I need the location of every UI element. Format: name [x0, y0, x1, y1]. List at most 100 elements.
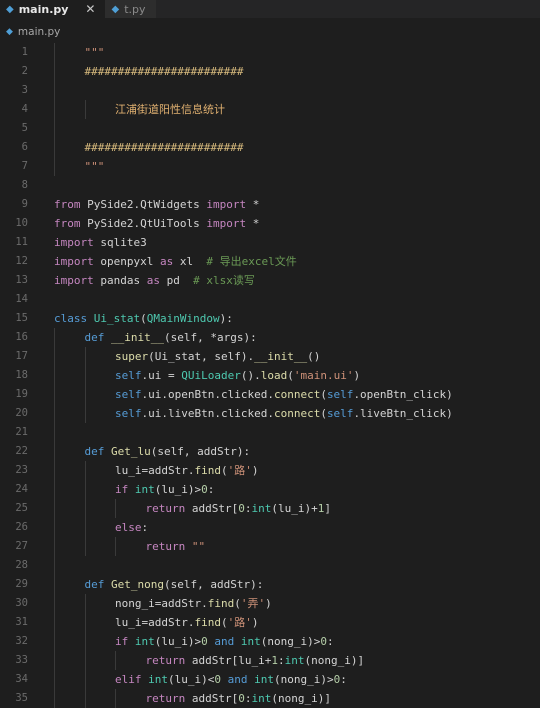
- line-number: 35: [15, 692, 28, 704]
- breadcrumb[interactable]: ◆ main.py: [0, 24, 60, 40]
- code-line[interactable]: 18 self.ui = QUiLoader().load('main.ui'): [0, 366, 540, 385]
- code-line[interactable]: 3: [0, 81, 540, 100]
- code-token: (lu_i)<: [168, 673, 215, 686]
- line-code: self.ui.openBtn.clicked.connect(self.ope…: [115, 385, 453, 404]
- code-line[interactable]: 4 江浦街道阳性信息统计: [0, 100, 540, 119]
- code-line[interactable]: 1 """: [0, 43, 540, 62]
- code-token: if: [115, 635, 129, 648]
- line-code: elif int(lu_i)<0 and int(nong_i)>0:: [115, 670, 347, 689]
- code-line[interactable]: 5: [0, 119, 540, 138]
- code-line[interactable]: 15 class Ui_stat(QMainWindow):: [0, 309, 540, 328]
- indent-guide: [84, 670, 86, 689]
- line-code: if int(lu_i)>0 and int(nong_i)>0:: [115, 632, 334, 651]
- code-line[interactable]: 24 if int(lu_i)>0:: [0, 480, 540, 499]
- code-line[interactable]: 30 nong_i=addStr.find('弄'): [0, 594, 540, 613]
- line-number: 19: [15, 388, 28, 400]
- indent-guide: [115, 689, 116, 708]
- code-line[interactable]: 31 lu_i=addStr.find('路'): [0, 613, 540, 632]
- code-line[interactable]: 9 from PySide2.QtWidgets import *: [0, 195, 540, 214]
- code-line[interactable]: 22 def Get_lu(self, addStr):: [0, 442, 540, 461]
- code-line[interactable]: 34 elif int(lu_i)<0 and int(nong_i)>0:: [0, 670, 540, 689]
- line-code: from PySide2.QtWidgets import *: [54, 195, 259, 214]
- code-line[interactable]: 20 self.ui.liveBtn.clicked.connect(self.l…: [0, 404, 540, 423]
- indent-guide: [84, 613, 86, 632]
- code-token: class: [54, 312, 88, 325]
- code-line[interactable]: 25 return addStr[0:int(lu_i)+1]: [0, 499, 540, 518]
- indent-guide: [115, 499, 116, 518]
- code-line[interactable]: 28: [0, 556, 540, 575]
- code-line[interactable]: 16 def __init__(self, *args):: [0, 328, 540, 347]
- code-token: int: [284, 654, 305, 667]
- code-line[interactable]: 23 lu_i=addStr.find('路'): [0, 461, 540, 480]
- code-line[interactable]: 13 import pandas as pd # xlsx读写: [0, 271, 540, 290]
- code-token: int: [240, 635, 261, 648]
- code-token: ):: [219, 312, 233, 325]
- indent-guide: [54, 537, 55, 556]
- code-line[interactable]: 21: [0, 423, 540, 442]
- code-token: ): [353, 369, 361, 382]
- code-line[interactable]: 12 import openpyxl as xl # 导出excel文件: [0, 252, 540, 271]
- breadcrumb-file[interactable]: main.py: [18, 26, 60, 38]
- code-token: """: [84, 160, 105, 173]
- code-token: Get_nong: [111, 578, 164, 591]
- code-line[interactable]: 35 return addStr[0:int(nong_i)]: [0, 689, 540, 708]
- code-line[interactable]: 27 return "": [0, 537, 540, 556]
- code-token: self: [115, 369, 142, 382]
- code-line[interactable]: 32 if int(lu_i)>0 and int(nong_i)>0:: [0, 632, 540, 651]
- code-token: return: [145, 692, 186, 705]
- code-token: lu_i=addStr.: [115, 616, 195, 629]
- tab-t-py[interactable]: ◆ t.py: [105, 0, 156, 18]
- indent-guide: [84, 404, 86, 423]
- line-number: 15: [15, 312, 28, 324]
- line-code: def Get_nong(self, addStr):: [85, 575, 264, 594]
- code-token: return: [145, 540, 186, 553]
- indent-guide: [84, 632, 86, 651]
- line-number: 29: [15, 578, 28, 590]
- line-number: 10: [15, 217, 28, 229]
- indent-guide: [84, 100, 86, 119]
- indent-guide: [54, 138, 55, 157]
- python-file-icon: ◆: [6, 3, 14, 15]
- code-line[interactable]: 29 def Get_nong(self, addStr):: [0, 575, 540, 594]
- line-code: return "": [146, 537, 206, 556]
- line-number: 24: [15, 483, 28, 495]
- code-line[interactable]: 33 return addStr[lu_i+1:int(nong_i)]: [0, 651, 540, 670]
- line-number: 17: [15, 350, 28, 362]
- code-token: """: [84, 46, 105, 59]
- code-token: nong_i=addStr.: [115, 597, 208, 610]
- code-line[interactable]: 8: [0, 176, 540, 195]
- code-line[interactable]: 26 else:: [0, 518, 540, 537]
- code-line[interactable]: 14: [0, 290, 540, 309]
- line-number: 9: [21, 198, 28, 210]
- line-number: 26: [15, 521, 28, 533]
- code-token: ): [251, 616, 259, 629]
- code-line[interactable]: 11 import sqlite3: [0, 233, 540, 252]
- code-line[interactable]: 10 from PySide2.QtUiTools import *: [0, 214, 540, 233]
- indent-guide: [54, 689, 55, 708]
- code-editor[interactable]: 1 """ 2 ######################## 3 4 江浦街道阳性信息统…: [0, 43, 540, 708]
- tab-main-py[interactable]: ◆ main.py ✕: [0, 0, 106, 18]
- line-number: 27: [15, 540, 28, 552]
- line-code: def __init__(self, *args):: [85, 328, 257, 347]
- code-token: 0: [201, 635, 208, 648]
- code-token: 0: [214, 673, 221, 686]
- code-line[interactable]: 7 """: [0, 157, 540, 176]
- code-line[interactable]: 2 ########################: [0, 62, 540, 81]
- line-code: return addStr[0:int(nong_i)]: [146, 689, 331, 708]
- code-line[interactable]: 19 self.ui.openBtn.clicked.connect(self.o…: [0, 385, 540, 404]
- code-token: import: [206, 217, 247, 230]
- code-token: __init__: [254, 350, 308, 363]
- indent-guide: [54, 442, 55, 461]
- code-token: else: [115, 521, 142, 534]
- code-line[interactable]: 17 super(Ui_stat, self).__init__(): [0, 347, 540, 366]
- line-code: class Ui_stat(QMainWindow):: [54, 309, 233, 328]
- close-tab-icon[interactable]: ✕: [85, 2, 95, 16]
- code-line[interactable]: 6 ########################: [0, 138, 540, 157]
- code-token: from: [54, 217, 81, 230]
- code-token: self: [115, 388, 142, 401]
- line-code: super(Ui_stat, self).__init__(): [115, 347, 320, 366]
- code-token: xl: [173, 255, 207, 268]
- indent-guide: [84, 594, 86, 613]
